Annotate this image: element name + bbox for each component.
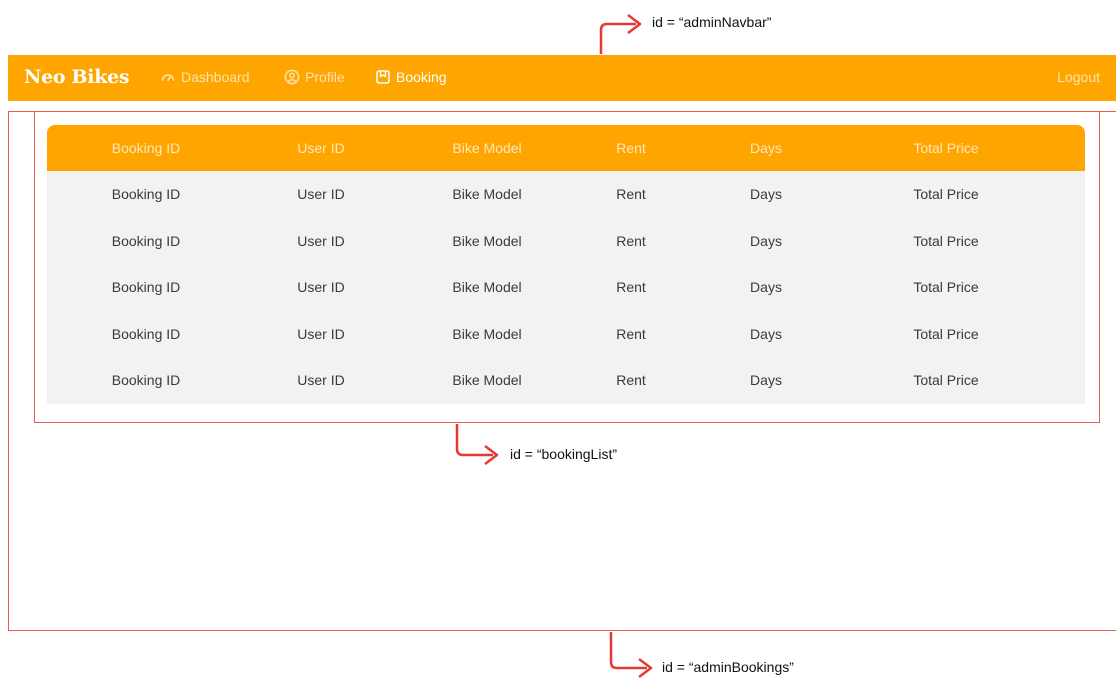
- cell-bike-model: Bike Model: [452, 325, 522, 342]
- header-days[interactable]: Days: [750, 125, 782, 171]
- table-row[interactable]: Booking ID User ID Bike Model Rent Days …: [47, 218, 1085, 265]
- cell-bike-model: Bike Model: [452, 279, 522, 296]
- user-circle-icon: [284, 69, 300, 85]
- cell-bike-model: Bike Model: [452, 232, 522, 249]
- cell-user-id: User ID: [297, 232, 345, 249]
- table-header: Booking ID User ID Bike Model Rent Days …: [47, 125, 1085, 171]
- logout-link[interactable]: Logout: [1057, 69, 1100, 85]
- header-bike-model[interactable]: Bike Model: [452, 125, 521, 171]
- brand-logo[interactable]: Neo Bikes: [24, 66, 130, 88]
- cell-total-price: Total Price: [913, 186, 979, 203]
- table-row[interactable]: Booking ID User ID Bike Model Rent Days …: [47, 171, 1085, 218]
- cell-bike-model: Bike Model: [452, 186, 522, 203]
- booking-table: Booking ID User ID Bike Model Rent Days …: [47, 125, 1085, 404]
- cell-rent: Rent: [616, 232, 646, 249]
- table-row[interactable]: Booking ID User ID Bike Model Rent Days …: [47, 311, 1085, 358]
- cell-user-id: User ID: [297, 279, 345, 296]
- nav-item-booking[interactable]: Booking: [375, 69, 447, 85]
- cell-total-price: Total Price: [913, 232, 979, 249]
- cell-rent: Rent: [616, 186, 646, 203]
- cell-days: Days: [750, 325, 782, 342]
- cell-user-id: User ID: [297, 325, 345, 342]
- cell-days: Days: [750, 279, 782, 296]
- admin-navbar: Neo Bikes Dashboard Profile Booking Logo…: [8, 55, 1116, 101]
- header-total-price[interactable]: Total Price: [913, 125, 978, 171]
- cell-user-id: User ID: [297, 372, 345, 389]
- cell-total-price: Total Price: [913, 325, 979, 342]
- cell-total-price: Total Price: [913, 372, 979, 389]
- page: id = “adminNavbar” id = “bookingList” id…: [0, 0, 1116, 678]
- annotation-navbar-id: id = “adminNavbar”: [652, 14, 772, 30]
- cell-days: Days: [750, 232, 782, 249]
- cell-booking-id: Booking ID: [111, 279, 181, 296]
- cell-user-id: User ID: [297, 186, 345, 203]
- cell-rent: Rent: [616, 372, 646, 389]
- cell-bike-model: Bike Model: [452, 372, 522, 389]
- cell-days: Days: [750, 186, 782, 203]
- nav-profile-label: Profile: [305, 69, 345, 85]
- header-user-id[interactable]: User ID: [297, 125, 344, 171]
- nav-booking-label: Booking: [396, 69, 447, 85]
- cell-rent: Rent: [616, 325, 646, 342]
- annotation-page-id: id = “adminBookings”: [662, 659, 794, 675]
- page-arrow: [609, 632, 647, 670]
- header-booking-id[interactable]: Booking ID: [112, 125, 180, 171]
- navbar-arrow: [599, 22, 636, 54]
- cell-total-price: Total Price: [913, 279, 979, 296]
- cell-booking-id: Booking ID: [111, 372, 181, 389]
- gauge-icon: [160, 69, 176, 85]
- nav-dashboard-label: Dashboard: [181, 69, 250, 85]
- cell-booking-id: Booking ID: [111, 186, 181, 203]
- header-rent[interactable]: Rent: [616, 125, 646, 171]
- nav-item-dashboard[interactable]: Dashboard: [160, 69, 250, 85]
- cell-booking-id: Booking ID: [111, 232, 181, 249]
- cell-booking-id: Booking ID: [111, 325, 181, 342]
- bookmark-box-icon: [375, 69, 391, 85]
- nav-item-profile[interactable]: Profile: [284, 69, 345, 85]
- table-row[interactable]: Booking ID User ID Bike Model Rent Days …: [47, 357, 1085, 404]
- cell-days: Days: [750, 372, 782, 389]
- cell-rent: Rent: [616, 279, 646, 296]
- table-row[interactable]: Booking ID User ID Bike Model Rent Days …: [47, 264, 1085, 311]
